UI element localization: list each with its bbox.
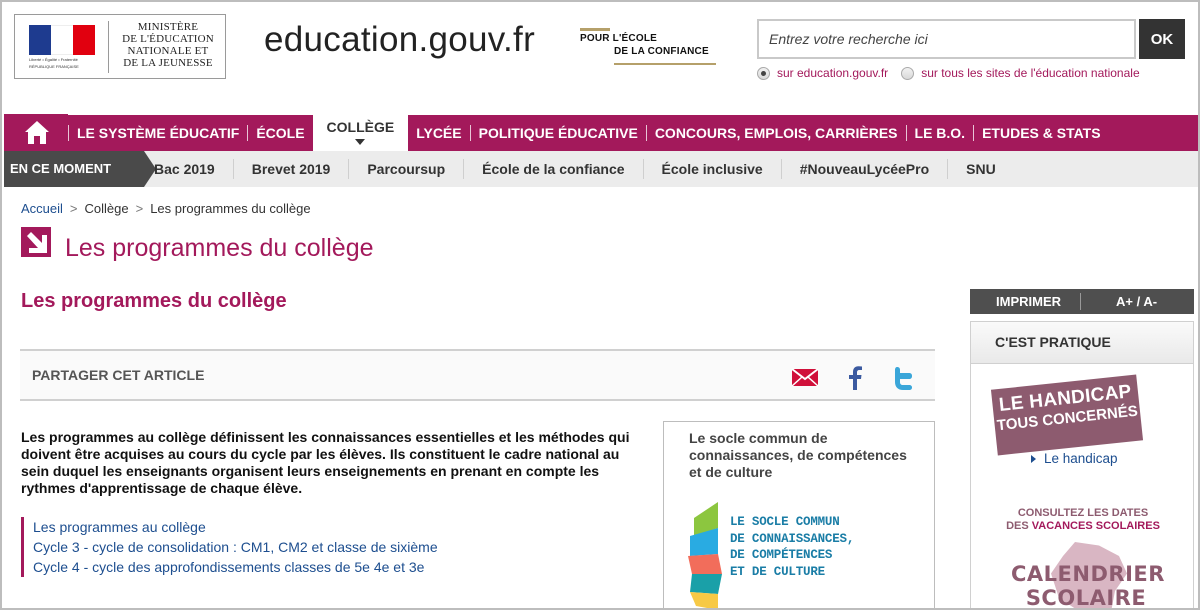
confiance-line-2: DE LA CONFIANCE [614,46,709,57]
calendrier-line: CALENDRIER [1011,562,1165,586]
scope-option-site[interactable]: sur education.gouv.fr [757,66,888,80]
vacances-emphasis: VACANCES SCOLAIRES [1031,520,1160,532]
sidebar-heading: C'EST PRATIQUE [971,322,1193,364]
link-cycle-3[interactable]: Cycle 3 - cycle de consolidation : CM1, … [33,537,438,557]
calendrier-line: SCOLAIRE [1025,586,1147,610]
radio-icon[interactable] [757,66,770,80]
handicap-link-label: Le handicap [1044,451,1118,466]
socle-logo: LE SOCLE COMMUN DE CONNAISSANCES, DE COM… [688,502,878,608]
nav-item-politique-educative[interactable]: POLITIQUE ÉDUCATIVE [471,115,646,151]
calendrier-scolaire-banner[interactable]: CALENDRIER SCOLAIRE [1011,542,1165,610]
triangle-right-icon [1031,455,1036,463]
sub-nav-item[interactable]: Bac 2019 [136,161,233,177]
confiance-underline [614,63,716,65]
handicap-banner[interactable]: LE HANDICAP TOUS CONCERNÉS [990,374,1144,456]
ministry-name: MINISTÈRE DE L'ÉDUCATION NATIONALE ET DE… [113,21,223,69]
share-bar: PARTAGER CET ARTICLE [20,349,935,401]
site-title[interactable]: education.gouv.fr [264,20,535,60]
nav-item-etudes-stats[interactable]: ETUDES & STATS [974,115,1109,151]
vacances-line: DES VACANCES SCOLAIRES [971,520,1195,533]
socle-logo-line: DE CONNAISSANCES, [730,531,855,546]
breadcrumb-separator: > [69,201,78,216]
ecole-confiance-logo[interactable]: POUR L'ÉCOLE DE LA CONFIANCE [580,28,716,68]
font-size-button[interactable]: A+ / A- [1116,294,1157,309]
sub-nav-items: Bac 2019 Brevet 2019 Parcoursup École de… [136,151,1014,187]
nav-item-bo[interactable]: LE B.O. [907,115,974,151]
calendrier-text: CALENDRIER SCOLAIRE [1011,562,1165,610]
sub-nav-item[interactable]: École de la confiance [464,161,642,177]
logo-divider [108,21,109,73]
share-label: PARTAGER CET ARTICLE [32,367,205,383]
search-form: OK [757,19,1185,61]
cest-pratique-panel: C'EST PRATIQUE LE HANDICAP TOUS CONCERNÉ… [970,321,1195,610]
program-links: Les programmes au collège Cycle 3 - cycl… [21,517,438,577]
vacances-title[interactable]: CONSULTEZ LES DATES DES VACANCES SCOLAIR… [971,507,1195,533]
home-button[interactable] [4,114,68,152]
scope-label: sur tous les sites de l'éducation nation… [921,66,1140,80]
search-submit-button[interactable]: OK [1139,19,1185,59]
breadcrumb-college[interactable]: Collège [85,201,129,216]
socle-title: Le socle commun de connaissances, de com… [689,430,907,480]
page-tools: IMPRIMER A+ / A- [970,289,1194,314]
sub-nav-item[interactable]: SNU [948,161,1014,177]
sub-nav-item[interactable]: Brevet 2019 [234,161,349,177]
marianne-motto: Liberté • Égalité • Fraternité [29,57,78,62]
socle-logo-line: ET DE CULTURE [730,564,825,579]
confiance-line-1: POUR L'ÉCOLE [580,33,658,44]
ministry-logo[interactable]: Liberté • Égalité • Fraternité RÉPUBLIQU… [14,14,226,79]
scope-option-all[interactable]: sur tous les sites de l'éducation nation… [901,66,1140,80]
radio-icon[interactable] [901,66,915,80]
breadcrumb-accueil[interactable]: Accueil [21,201,63,216]
socle-logo-line: LE SOCLE COMMUN [730,515,840,529]
nav-item-systeme-educatif[interactable]: LE SYSTÈME ÉDUCATIF [69,115,247,151]
article-title: Les programmes du collège [21,290,287,312]
nav-item-ecole[interactable]: ÉCOLE [248,115,312,151]
twitter-icon[interactable] [893,365,915,391]
link-programmes-college[interactable]: Les programmes au collège [33,517,438,537]
page-title: Les programmes du collège [65,234,374,262]
socle-logo-text: LE SOCLE COMMUN DE CONNAISSANCES, DE COM… [730,514,854,580]
search-scope: sur education.gouv.fr sur tous les sites… [757,66,1153,80]
handicap-link[interactable]: Le handicap [1031,451,1118,466]
print-button[interactable]: IMPRIMER [996,294,1061,309]
socle-logo-line: DE COMPÉTENCES [730,548,833,562]
socle-logo-icon [688,502,722,608]
caret-down-icon [355,139,366,145]
sub-nav-item[interactable]: Parcoursup [349,161,463,177]
nav-item-college[interactable]: COLLÈGE [312,103,409,151]
tricolor-flag-icon [29,25,95,55]
ministry-line: MINISTÈRE [137,21,199,33]
article-intro: Les programmes au collège définissent le… [21,429,630,496]
ministry-line: DE L'ÉDUCATION [122,33,214,45]
arrow-down-right-icon [21,227,51,257]
link-cycle-4[interactable]: Cycle 4 - cycle des approfondissements c… [33,557,438,577]
search-input[interactable] [757,19,1136,59]
ministry-line: NATIONALE ET [127,45,209,57]
nav-item-label: COLLÈGE [326,119,395,135]
nav-item-lycee[interactable]: LYCÉE [408,115,469,151]
breadcrumb-separator: > [135,201,144,216]
en-ce-moment-label: EN CE MOMENT [4,151,156,187]
sub-nav-item[interactable]: #NouveauLycéePro [782,161,947,177]
mail-icon[interactable] [791,365,819,389]
scope-label: sur education.gouv.fr [777,66,889,80]
vacances-prefix: DES [1006,520,1032,532]
nav-item-concours[interactable]: CONCOURS, EMPLOIS, CARRIÈRES [647,115,906,151]
main-nav-items: LE SYSTÈME ÉDUCATIF ÉCOLE COLLÈGE LYCÉE … [68,103,1109,151]
ministry-line: DE LA JEUNESSE [123,57,213,69]
marianne-country: RÉPUBLIQUE FRANÇAISE [29,64,79,69]
socle-commun-box[interactable]: Le socle commun de connaissances, de com… [663,421,935,608]
marianne-logo: Liberté • Égalité • Fraternité RÉPUBLIQU… [29,25,95,69]
sub-nav-item[interactable]: École inclusive [644,161,781,177]
page-frame: Liberté • Égalité • Fraternité RÉPUBLIQU… [0,0,1200,610]
vacances-line: CONSULTEZ LES DATES [1017,507,1149,519]
facebook-icon[interactable] [846,365,864,391]
breadcrumb: Accueil > Collège > Les programmes du collèg… [21,201,311,216]
home-icon [25,121,49,144]
tools-separator [1080,293,1081,310]
confiance-bar [580,28,610,31]
breadcrumb-current: Les programmes du collège [150,201,311,216]
